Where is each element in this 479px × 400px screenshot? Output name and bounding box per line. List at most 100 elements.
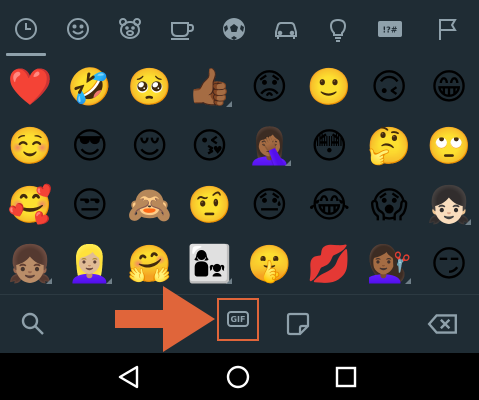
android-navigation-bar: [0, 353, 479, 400]
gif-button[interactable]: GIF: [227, 311, 249, 327]
backspace-button[interactable]: [426, 309, 460, 339]
emoji-glyph: 💇🏾‍♀️: [366, 243, 412, 285]
emoji-button[interactable]: 🙃: [359, 58, 419, 117]
smiley-icon: [67, 18, 89, 40]
emoji-button[interactable]: 🙂: [299, 58, 359, 117]
emoji-glyph: 👧🏻: [426, 184, 472, 226]
emoji-button[interactable]: 🤨: [180, 176, 240, 235]
tab-objects[interactable]: [312, 0, 364, 58]
emoji-button[interactable]: 👍🏾: [180, 58, 240, 117]
emoji-button[interactable]: 😂: [299, 176, 359, 235]
emoji-glyph: 👱🏼‍♀️: [67, 243, 113, 285]
emoji-button[interactable]: 💋: [299, 235, 359, 294]
emoji-glyph: 😏: [430, 243, 468, 285]
emoji-button[interactable]: 🤫: [240, 235, 300, 294]
recents-square-icon: [335, 366, 357, 388]
emoji-button[interactable]: 😟: [240, 58, 300, 117]
emoji-glyph: 😘: [190, 125, 229, 167]
tab-flags[interactable]: [416, 0, 479, 58]
emoji-glyph: 😱: [370, 184, 408, 226]
search-button[interactable]: [18, 309, 48, 339]
emoji-button[interactable]: 🙄: [419, 117, 479, 176]
emoji-glyph: 🤫: [247, 243, 292, 285]
emoji-glyph: 🙄: [426, 125, 472, 167]
emoji-glyph: 🙂: [306, 66, 352, 108]
emoji-button[interactable]: 😘: [180, 117, 240, 176]
emoji-button[interactable]: ☺️: [0, 117, 60, 176]
gif-highlight-box: GIF: [217, 298, 259, 341]
emoji-button[interactable]: 🙈: [120, 176, 180, 235]
back-button[interactable]: [112, 360, 146, 394]
annotation-arrow: [115, 286, 215, 352]
emoji-glyph: 👩‍👧: [187, 243, 232, 285]
emoji-glyph: 🤨: [187, 184, 232, 226]
search-icon: [21, 312, 44, 335]
emoji-glyph: 😒: [71, 184, 109, 226]
emoji-glyph: 🤦🏾‍♀️: [247, 125, 292, 167]
sticker-icon: [286, 312, 310, 336]
emoji-button[interactable]: 👱🏼‍♀️: [60, 235, 120, 294]
symbols-tab-text: !?#: [383, 26, 398, 35]
emoji-bottom-toolbar: GIF: [0, 294, 479, 354]
emoji-button[interactable]: 😎: [60, 117, 120, 176]
emoji-button[interactable]: 😓: [240, 176, 300, 235]
backspace-icon: [427, 314, 457, 334]
emoji-button[interactable]: 👧🏽: [0, 235, 60, 294]
emoji-glyph: 👍🏾: [187, 66, 232, 108]
lightbulb-icon: [329, 18, 347, 42]
back-triangle-icon: [118, 365, 139, 389]
emoji-button[interactable]: 🥰: [0, 176, 60, 235]
recents-button[interactable]: [329, 360, 363, 394]
symbols-icon: !?#: [378, 21, 402, 37]
tab-smileys[interactable]: [52, 0, 104, 58]
emoji-glyph: 😌: [130, 125, 169, 167]
emoji-button[interactable]: 😱: [359, 176, 419, 235]
emoji-glyph: 😳: [310, 125, 349, 167]
emoji-button[interactable]: 💇🏾‍♀️: [359, 235, 419, 294]
emoji-glyph: 👧🏽: [7, 243, 53, 285]
emoji-glyph: 🤔: [366, 125, 412, 167]
emoji-glyph: 😁: [430, 66, 468, 108]
emoji-button[interactable]: 🤦🏾‍♀️: [240, 117, 300, 176]
emoji-glyph: 🤗: [127, 243, 173, 285]
emoji-button[interactable]: ❤️: [0, 58, 60, 117]
recent-clock-icon: [15, 18, 37, 40]
emoji-button[interactable]: 🥺: [120, 58, 180, 117]
home-button[interactable]: [221, 360, 255, 394]
bear-icon: [119, 18, 141, 39]
emoji-glyph: 😂: [308, 184, 351, 226]
emoji-glyph: 😎: [71, 125, 109, 167]
emoji-button[interactable]: 😁: [419, 58, 479, 117]
emoji-glyph: 💋: [306, 243, 352, 285]
emoji-glyph: 🥰: [7, 184, 53, 226]
emoji-glyph: 😓: [250, 184, 289, 226]
emoji-grid: ❤️ 🤣 🥺 👍🏾 😟 🙂 🙃 😁 ☺️ 😎 😌 😘 🤦🏾‍♀️ 😳 🤔 🙄 🥰 😒 🙈 🤨 😓 😂 😱 👧🏻 👧🏽 👱🏼‍♀️ 🤗…: [0, 58, 479, 294]
emoji-category-tabs: !?#: [0, 0, 479, 58]
emoji-button[interactable]: 😳: [299, 117, 359, 176]
emoji-button[interactable]: 🤔: [359, 117, 419, 176]
tab-symbols[interactable]: !?#: [364, 0, 416, 58]
emoji-glyph: 🤣: [67, 66, 113, 108]
emoji-button[interactable]: 😌: [120, 117, 180, 176]
tab-animals[interactable]: [104, 0, 156, 58]
home-circle-icon: [226, 365, 250, 389]
sticker-button[interactable]: [283, 309, 313, 339]
tab-recent[interactable]: [0, 0, 52, 58]
emoji-glyph: 🥺: [127, 66, 173, 108]
car-icon: [275, 22, 297, 39]
emoji-button[interactable]: 🤣: [60, 58, 120, 117]
tab-travel[interactable]: [260, 0, 312, 58]
emoji-button[interactable]: 😏: [419, 235, 479, 294]
emoji-glyph: ☺️: [7, 125, 53, 167]
tab-activities[interactable]: [208, 0, 260, 58]
emoji-glyph: 🙈: [127, 184, 173, 226]
emoji-glyph: 🙃: [370, 66, 408, 108]
soccer-ball-icon: [223, 18, 245, 40]
flag-icon: [438, 19, 457, 40]
coffee-cup-icon: [171, 22, 195, 40]
emoji-glyph: 😟: [250, 66, 289, 108]
tab-food[interactable]: [156, 0, 208, 58]
emoji-glyph: ❤️: [7, 66, 53, 108]
emoji-button[interactable]: 😒: [60, 176, 120, 235]
emoji-button[interactable]: 👧🏻: [419, 176, 479, 235]
